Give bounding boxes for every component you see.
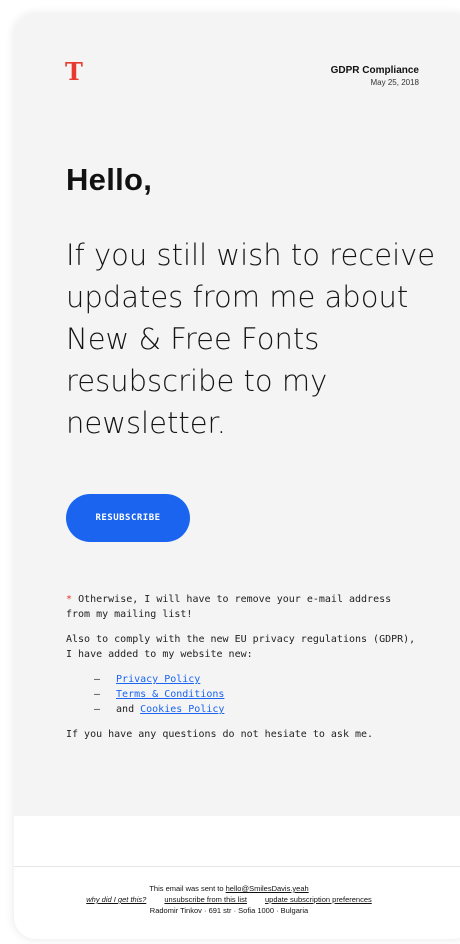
intro-paragraph: Also to comply with the new EU privacy r… (66, 634, 416, 660)
meta-date: May 25, 2018 (370, 78, 419, 87)
list-item: — and Cookies Policy (94, 702, 421, 717)
body-text: * Otherwise, I will have to remove your … (66, 592, 421, 752)
email-main-panel: T GDPR Compliance May 25, 2018 Hello, If… (14, 14, 460, 816)
recipient-email-link[interactable]: hello@SmilesDavis.yeah (226, 884, 309, 893)
note-text: Otherwise, I will have to remove your e-… (66, 594, 392, 620)
resubscribe-button[interactable]: RESUBSCRIBE (66, 494, 190, 542)
policy-links-list: — Privacy Policy — Terms & Conditions — … (94, 672, 421, 717)
why-did-i-get-this-link[interactable]: why did I get this? (86, 895, 146, 904)
asterisk-marker: * (66, 594, 73, 605)
dash-marker: — (94, 689, 101, 700)
brand-logo: T (65, 57, 83, 86)
hero-message: If you still wish to receive updates fro… (66, 238, 436, 440)
greeting-heading: Hello, (66, 162, 153, 197)
postal-address: Radomir Tinkov · 691 str · Sofia 1000 · … (149, 906, 309, 915)
email-footer: This email was sent to hello@SmilesDavis… (14, 866, 460, 915)
update-preferences-link[interactable]: update subscription preferences (265, 895, 372, 904)
terms-conditions-link[interactable]: Terms & Conditions (116, 689, 224, 700)
and-text: and (116, 704, 135, 715)
sent-to-prefix: This email was sent to (149, 884, 224, 893)
meta-title: GDPR Compliance (330, 65, 419, 76)
dash-marker: — (94, 704, 101, 715)
footer-content: This email was sent to hello@SmilesDavis… (14, 883, 444, 916)
cookies-policy-link[interactable]: Cookies Policy (140, 704, 224, 715)
closing-paragraph: If you have any questions do not hesiate… (66, 729, 374, 740)
sent-to-line: This email was sent to hello@SmilesDavis… (14, 883, 444, 894)
email-card: T GDPR Compliance May 25, 2018 Hello, If… (14, 14, 460, 939)
dash-marker: — (94, 674, 101, 685)
header-meta: GDPR Compliance May 25, 2018 (331, 64, 419, 88)
privacy-policy-link[interactable]: Privacy Policy (116, 674, 200, 685)
footer-links: why did I get this? unsubscribe from thi… (14, 894, 444, 905)
list-item: — Privacy Policy (94, 672, 421, 687)
list-item: — Terms & Conditions (94, 687, 421, 702)
unsubscribe-link[interactable]: unsubscribe from this list (164, 895, 247, 904)
note-paragraph: * Otherwise, I will have to remove your … (66, 592, 421, 622)
